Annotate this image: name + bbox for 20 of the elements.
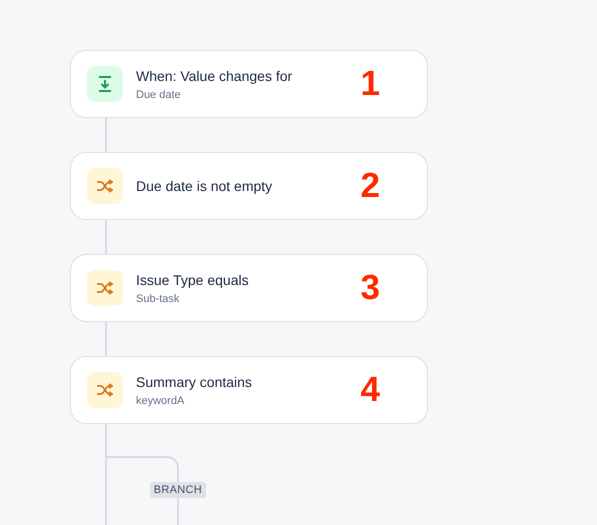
step-number: 2: [360, 166, 380, 206]
step-subtitle: Due date: [136, 88, 182, 100]
rule-step-card[interactable]: Summary contains keywordA 4: [70, 356, 428, 424]
step-subtitle: keywordA: [136, 394, 186, 406]
shuffle-icon: [87, 168, 123, 204]
step-title: Issue Type equals: [136, 272, 249, 288]
step-number: 3: [360, 268, 380, 308]
step-subtitle: Sub-task: [136, 292, 180, 304]
step-title: When: Value changes for: [136, 68, 292, 84]
step-title: Due date is not empty: [136, 178, 272, 194]
shuffle-icon: [87, 270, 123, 306]
branch-label: BRANCH: [150, 482, 206, 498]
step-number: 4: [360, 370, 380, 410]
step-number: 1: [360, 64, 380, 104]
download-icon: [87, 66, 123, 102]
rule-step-card[interactable]: Issue Type equals Sub-task 3: [70, 254, 428, 322]
shuffle-icon: [87, 372, 123, 408]
rule-step-card[interactable]: Due date is not empty 2: [70, 152, 428, 220]
step-title: Summary contains: [136, 374, 252, 390]
rule-step-card[interactable]: When: Value changes for Due date 1: [70, 50, 428, 118]
